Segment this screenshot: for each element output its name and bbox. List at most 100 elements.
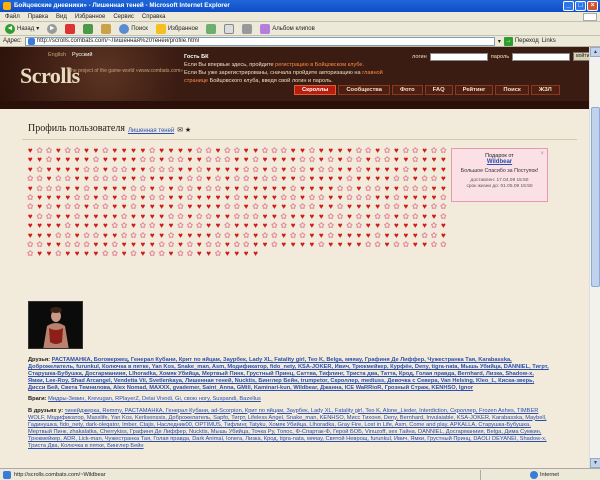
flower-gift-icon[interactable]: ✿ [176,250,184,258]
minimize-button[interactable]: _ [563,1,574,11]
flower-gift-icon[interactable]: ✿ [289,194,297,202]
flower-gift-icon[interactable]: ✿ [139,232,147,240]
forward-button[interactable]: ► [45,23,59,35]
heart-gift-icon[interactable]: ♥ [233,232,241,240]
flower-gift-icon[interactable]: ✿ [186,250,194,258]
heart-gift-icon[interactable]: ♥ [148,213,156,221]
heart-gift-icon[interactable]: ♥ [186,213,194,221]
heart-gift-icon[interactable]: ♥ [92,194,100,202]
heart-gift-icon[interactable]: ♥ [157,222,165,230]
flower-gift-icon[interactable]: ✿ [167,232,175,240]
register-link[interactable]: регистрацию в Бойцовском клубе. [275,62,364,68]
heart-gift-icon[interactable]: ♥ [420,194,428,202]
heart-gift-icon[interactable]: ♥ [111,203,119,211]
heart-gift-icon[interactable]: ♥ [167,185,175,193]
address-input[interactable]: http://scrolls.combats.com/~Лишенная%20т… [24,36,495,46]
heart-gift-icon[interactable]: ♥ [111,185,119,193]
heart-gift-icon[interactable]: ♥ [345,147,353,155]
heart-gift-icon[interactable]: ♥ [251,241,259,249]
friends-names[interactable]: РАСТАМАНКА, Боговержец, Генерал Кубани, … [28,357,549,391]
heart-gift-icon[interactable]: ♥ [327,203,335,211]
heart-gift-icon[interactable]: ♥ [402,156,410,164]
heart-gift-icon[interactable]: ♥ [242,250,250,258]
flower-gift-icon[interactable]: ✿ [186,194,194,202]
heart-gift-icon[interactable]: ♥ [280,241,288,249]
heart-gift-icon[interactable]: ♥ [336,194,344,202]
heart-gift-icon[interactable]: ♥ [373,194,381,202]
vertical-scrollbar[interactable]: ▲ ▼ [589,47,600,468]
flower-gift-icon[interactable]: ✿ [411,203,419,211]
search-button[interactable]: Поиск [117,23,150,35]
flower-gift-icon[interactable]: ✿ [364,147,372,155]
nav-photo[interactable]: Фото [392,85,423,95]
flower-gift-icon[interactable]: ✿ [373,232,381,240]
flower-gift-icon[interactable]: ✿ [261,175,269,183]
flower-gift-icon[interactable]: ✿ [251,166,259,174]
flower-gift-icon[interactable]: ✿ [355,213,363,221]
heart-gift-icon[interactable]: ♥ [176,232,184,240]
flower-gift-icon[interactable]: ✿ [101,194,109,202]
flower-gift-icon[interactable]: ✿ [101,147,109,155]
flower-gift-icon[interactable]: ✿ [64,203,72,211]
heart-gift-icon[interactable]: ♥ [327,147,335,155]
heart-gift-icon[interactable]: ♥ [392,222,400,230]
heart-gift-icon[interactable]: ♥ [45,175,53,183]
flower-gift-icon[interactable]: ✿ [261,232,269,240]
heart-gift-icon[interactable]: ♥ [214,213,222,221]
heart-gift-icon[interactable]: ♥ [308,241,316,249]
heart-gift-icon[interactable]: ♥ [317,213,325,221]
heart-gift-icon[interactable]: ♥ [195,185,203,193]
flower-gift-icon[interactable]: ✿ [176,213,184,221]
flower-gift-icon[interactable]: ✿ [176,185,184,193]
heart-gift-icon[interactable]: ♥ [308,232,316,240]
heart-gift-icon[interactable]: ♥ [214,194,222,202]
heart-gift-icon[interactable]: ♥ [186,147,194,155]
flower-gift-icon[interactable]: ✿ [327,213,335,221]
go-button[interactable]: → Переход [503,36,539,46]
heart-gift-icon[interactable]: ♥ [280,175,288,183]
lang-english[interactable]: English [48,52,66,58]
flower-gift-icon[interactable]: ✿ [214,156,222,164]
heart-gift-icon[interactable]: ♥ [402,222,410,230]
heart-gift-icon[interactable]: ♥ [64,250,72,258]
heart-gift-icon[interactable]: ♥ [345,241,353,249]
flower-gift-icon[interactable]: ✿ [355,147,363,155]
heart-gift-icon[interactable]: ♥ [373,203,381,211]
flower-gift-icon[interactable]: ✿ [167,156,175,164]
heart-gift-icon[interactable]: ♥ [251,147,259,155]
heart-gift-icon[interactable]: ♥ [157,203,165,211]
flower-gift-icon[interactable]: ✿ [373,241,381,249]
flower-gift-icon[interactable]: ✿ [242,166,250,174]
heart-gift-icon[interactable]: ♥ [26,147,34,155]
flower-gift-icon[interactable]: ✿ [317,241,325,249]
heart-gift-icon[interactable]: ♥ [317,185,325,193]
heart-gift-icon[interactable]: ♥ [242,203,250,211]
heart-gift-icon[interactable]: ♥ [26,185,34,193]
heart-gift-icon[interactable]: ♥ [317,147,325,155]
flower-gift-icon[interactable]: ✿ [251,156,259,164]
heart-gift-icon[interactable]: ♥ [129,175,137,183]
flower-gift-icon[interactable]: ✿ [64,222,72,230]
heart-gift-icon[interactable]: ♥ [242,156,250,164]
heart-gift-icon[interactable]: ♥ [345,166,353,174]
flower-gift-icon[interactable]: ✿ [402,166,410,174]
heart-gift-icon[interactable]: ♥ [73,166,81,174]
flower-gift-icon[interactable]: ✿ [101,250,109,258]
flower-gift-icon[interactable]: ✿ [111,222,119,230]
flower-gift-icon[interactable]: ✿ [373,156,381,164]
heart-gift-icon[interactable]: ♥ [54,156,62,164]
heart-gift-icon[interactable]: ♥ [420,203,428,211]
heart-gift-icon[interactable]: ♥ [392,147,400,155]
flower-gift-icon[interactable]: ✿ [35,147,43,155]
menu-view[interactable]: Вид [56,12,67,21]
flower-gift-icon[interactable]: ✿ [82,185,90,193]
heart-gift-icon[interactable]: ♥ [45,250,53,258]
heart-gift-icon[interactable]: ♥ [204,175,212,183]
heart-gift-icon[interactable]: ♥ [64,166,72,174]
flower-gift-icon[interactable]: ✿ [82,241,90,249]
flower-gift-icon[interactable]: ✿ [420,175,428,183]
heart-gift-icon[interactable]: ♥ [35,194,43,202]
flower-gift-icon[interactable]: ✿ [186,185,194,193]
heart-gift-icon[interactable]: ♥ [176,147,184,155]
flower-gift-icon[interactable]: ✿ [148,147,156,155]
